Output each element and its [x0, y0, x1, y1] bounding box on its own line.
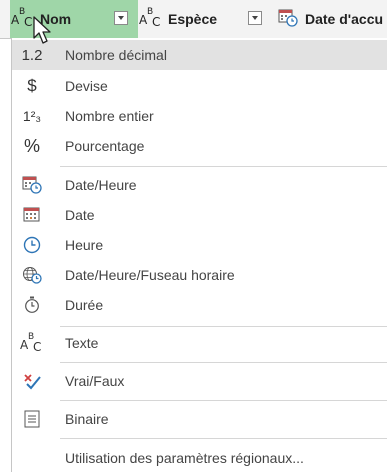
integer-icon: 1²₃	[22, 108, 42, 124]
menu-separator	[60, 438, 387, 439]
menu-item-label: Binaire	[65, 411, 109, 427]
duration-icon	[18, 290, 46, 320]
menu-item-label: Date/Heure/Fuseau horaire	[65, 267, 235, 283]
text-type-icon[interactable]: ABC	[138, 7, 164, 31]
menu-item-binary[interactable]: Binaire	[12, 404, 387, 434]
menu-item-label: Date	[65, 207, 95, 223]
chevron-down-icon[interactable]	[114, 11, 128, 25]
menu-item-label: Vrai/Faux	[65, 373, 125, 389]
menu-item-text[interactable]: ABC Texte	[12, 328, 387, 358]
menu-item-label: Utilisation des paramètres régionaux...	[65, 450, 304, 466]
menu-item-datetime[interactable]: Date/Heure	[12, 170, 387, 200]
menu-item-locale[interactable]: Utilisation des paramètres régionaux...	[12, 443, 387, 473]
column-header-date[interactable]: Date d'accu	[275, 0, 387, 38]
chevron-down-icon[interactable]	[248, 11, 262, 25]
menu-separator	[60, 400, 387, 401]
menu-item-percentage[interactable]: % Pourcentage	[12, 131, 387, 161]
menu-item-integer[interactable]: 1²₃ Nombre entier	[12, 101, 387, 131]
data-type-menu: 1.2 Nombre décimal $ Devise 1²₃ Nombre e…	[11, 38, 387, 472]
menu-item-label: Devise	[65, 78, 108, 94]
timezone-icon	[18, 260, 46, 290]
column-label: Espèce	[168, 11, 218, 27]
date-icon	[18, 200, 46, 230]
menu-item-label: Nombre entier	[65, 108, 154, 124]
percent-icon: %	[23, 135, 40, 156]
menu-separator	[60, 362, 387, 363]
column-label: Date d'accu	[305, 11, 384, 27]
mouse-cursor-icon	[33, 16, 51, 44]
boolean-icon	[18, 366, 46, 396]
time-icon	[18, 230, 46, 260]
text-icon: ABC	[20, 332, 42, 354]
menu-item-decimal-number[interactable]: 1.2 Nombre décimal	[12, 40, 387, 70]
menu-item-boolean[interactable]: Vrai/Faux	[12, 366, 387, 396]
menu-item-datetime-timezone[interactable]: Date/Heure/Fuseau horaire	[12, 260, 387, 290]
column-header-espece[interactable]: ABC Espèce	[138, 0, 275, 38]
menu-item-label: Nombre décimal	[65, 47, 167, 63]
menu-item-currency[interactable]: $ Devise	[12, 71, 387, 101]
menu-item-time[interactable]: Heure	[12, 230, 387, 260]
menu-item-label: Heure	[65, 237, 104, 253]
menu-separator	[60, 166, 387, 167]
datetime-icon	[18, 170, 46, 200]
menu-item-label: Date/Heure	[65, 177, 137, 193]
menu-item-label: Pourcentage	[65, 138, 145, 154]
column-header-nom[interactable]: ABC Nom	[10, 0, 138, 38]
menu-separator	[60, 326, 387, 327]
currency-icon: $	[27, 76, 37, 95]
menu-item-label: Texte	[65, 335, 99, 351]
datetime-type-icon[interactable]	[275, 9, 301, 30]
binary-icon	[18, 404, 46, 434]
menu-item-date[interactable]: Date	[12, 200, 387, 230]
menu-item-label: Durée	[65, 297, 104, 313]
column-header-bar: ABC Nom ABC Espèce Date d'accu	[0, 0, 387, 39]
menu-item-duration[interactable]: Durée	[12, 290, 387, 320]
